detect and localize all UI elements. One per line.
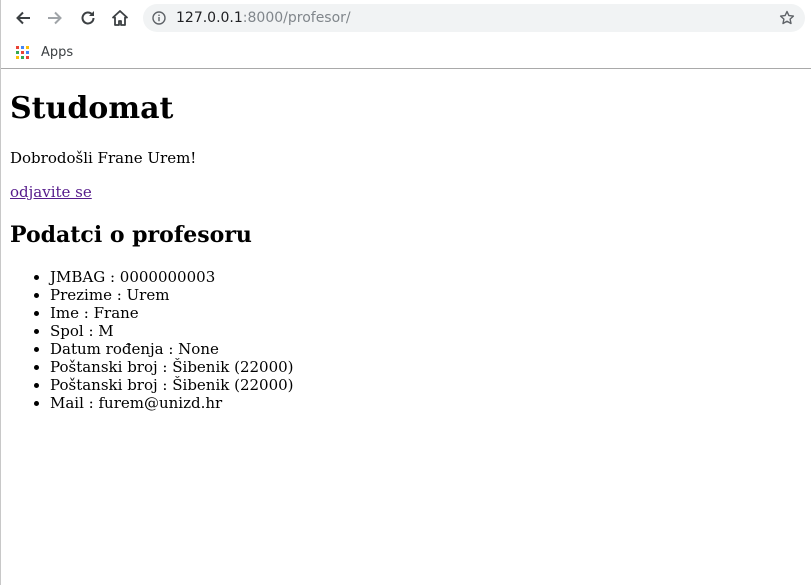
professor-details-list: JMBAG : 0000000003 Prezime : Urem Ime : … (10, 268, 294, 412)
address-bar[interactable]: 127.0.0.1:8000/profesor/ (143, 4, 805, 32)
section-title: Podatci o profesoru (10, 222, 252, 248)
reload-icon (81, 11, 95, 25)
forward-arrow-icon (48, 11, 62, 25)
back-button[interactable] (11, 6, 35, 30)
apps-dot (16, 45, 19, 49)
url-path: :8000/profesor/ (242, 10, 351, 26)
info-icon[interactable] (152, 11, 166, 25)
list-item: Datum rođenja : None (50, 340, 294, 358)
apps-dot (16, 55, 19, 59)
apps-dot (21, 45, 24, 49)
list-item: Poštanski broj : Šibenik (22000) (50, 358, 294, 376)
url-text: 127.0.0.1:8000/profesor/ (176, 10, 351, 26)
apps-dot (26, 55, 29, 59)
bookmark-apps[interactable]: Apps (16, 43, 73, 61)
apps-dot (21, 50, 24, 54)
list-item: Poštanski broj : Šibenik (22000) (50, 376, 294, 394)
bookmarks-bar: Apps (1, 36, 811, 69)
browser-window: 127.0.0.1:8000/profesor/ Apps Studomat D… (0, 0, 811, 585)
forward-button[interactable] (43, 6, 67, 30)
apps-grid-icon (16, 45, 29, 59)
reload-button[interactable] (76, 6, 100, 30)
apps-dot (21, 55, 24, 59)
home-icon (112, 10, 128, 26)
back-arrow-icon (16, 11, 30, 25)
browser-toolbar: 127.0.0.1:8000/profesor/ (1, 0, 811, 36)
apps-dot (16, 50, 19, 54)
apps-dot (26, 50, 29, 54)
logout-link[interactable]: odjavite se (10, 183, 92, 201)
apps-dot (26, 45, 29, 49)
list-item: Mail : furem@unizd.hr (50, 394, 294, 412)
list-item: Spol : M (50, 322, 294, 340)
list-item: Prezime : Urem (50, 286, 294, 304)
url-host: 127.0.0.1 (176, 10, 243, 26)
welcome-message: Dobrodošli Frane Urem! (10, 149, 197, 167)
home-button[interactable] (108, 6, 132, 30)
list-item: JMBAG : 0000000003 (50, 268, 294, 286)
list-item: Ime : Frane (50, 304, 294, 322)
bookmark-label: Apps (41, 44, 74, 60)
star-icon[interactable] (779, 10, 795, 26)
page-title: Studomat (10, 91, 174, 126)
